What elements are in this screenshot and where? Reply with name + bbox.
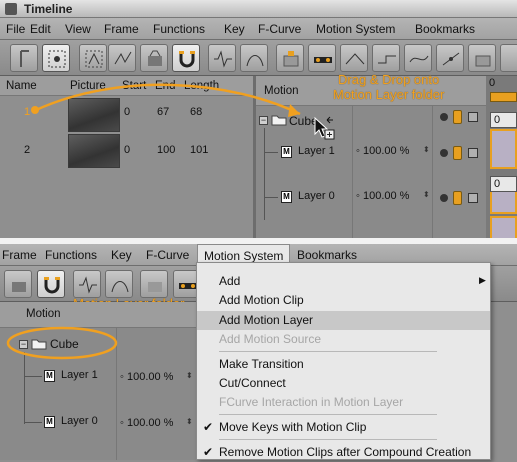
menu-key[interactable]: Key xyxy=(111,248,132,262)
menu-fcurve[interactable]: F-Curve xyxy=(146,248,189,262)
motion-mode-icon[interactable] xyxy=(4,270,32,298)
motion-layer-icon: M xyxy=(44,370,55,382)
menu-separator xyxy=(219,351,437,352)
menu-item-add-motion-source: Add Motion Source xyxy=(219,332,322,346)
menu-item-make-transition[interactable]: Make Transition xyxy=(197,355,490,374)
checkmark-icon: ✔ xyxy=(203,445,214,459)
layer-strength[interactable]: ◦ 100.00 % xyxy=(120,417,173,429)
drag-arrow xyxy=(31,83,301,117)
magnet-snap-icon[interactable] xyxy=(37,270,65,298)
checkmark-icon: ✔ xyxy=(203,420,214,434)
layer-strength[interactable]: ◦ 100.00 % xyxy=(120,371,173,383)
selection-ellipse xyxy=(6,326,118,360)
menu-frame[interactable]: Frame xyxy=(2,248,37,262)
layer-label[interactable]: Layer 1 xyxy=(61,369,98,381)
menu-item-remove-motion-clips[interactable]: ✔ Remove Motion Clips after Compound Cre… xyxy=(197,443,490,462)
menu-item-add-motion-layer[interactable]: Add Motion Layer xyxy=(197,311,490,330)
submenu-arrow-icon: ▶ xyxy=(479,275,486,285)
tree-line xyxy=(24,376,42,377)
motion-layer-icon: M xyxy=(44,416,55,428)
menu-item-cut-connect[interactable]: Cut/Connect xyxy=(197,374,490,393)
menu-separator xyxy=(219,439,437,440)
key-curve-icon[interactable] xyxy=(73,270,101,298)
motion-system-menu: Add ▶ Add Motion Clip Add Motion Layer A… xyxy=(196,262,491,460)
layer-label[interactable]: Layer 0 xyxy=(61,415,98,427)
strength-spinner-icon[interactable]: ⬍ xyxy=(186,417,193,426)
tree-line xyxy=(24,422,42,423)
clip-tool-icon[interactable] xyxy=(140,270,168,298)
menu-item-add[interactable]: Add ▶ xyxy=(197,272,490,291)
menu-item-fcurve-interaction: FCurve Interaction in Motion Layer xyxy=(219,395,404,409)
menu-item-move-keys[interactable]: ✔ Move Keys with Motion Clip xyxy=(197,418,490,437)
menu-bookmarks[interactable]: Bookmarks xyxy=(297,248,357,262)
ease-curve-icon[interactable] xyxy=(105,270,133,298)
menu-separator xyxy=(219,414,437,415)
menu-functions[interactable]: Functions xyxy=(45,248,97,262)
menu-item-add-motion-clip[interactable]: Add Motion Clip xyxy=(197,291,490,310)
strength-spinner-icon[interactable]: ⬍ xyxy=(186,371,193,380)
